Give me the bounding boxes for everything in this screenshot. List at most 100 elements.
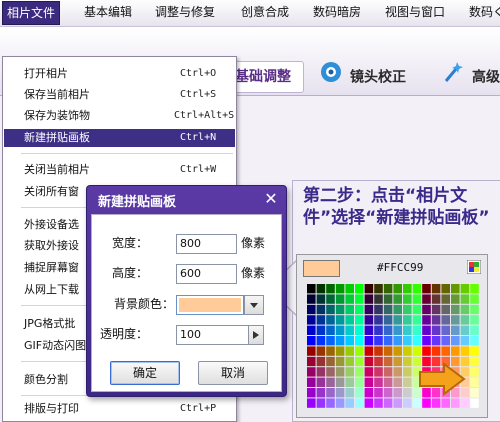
menu-item-print[interactable]: 排版与打印 Ctrl+P xyxy=(4,400,235,418)
color-swatch[interactable] xyxy=(355,284,364,294)
color-swatch[interactable] xyxy=(470,315,479,325)
color-swatch[interactable] xyxy=(412,336,422,346)
color-swatch[interactable] xyxy=(355,315,364,325)
color-swatch[interactable] xyxy=(355,398,364,408)
color-swatch[interactable] xyxy=(470,398,479,408)
color-swatch[interactable] xyxy=(393,325,402,335)
color-swatch[interactable] xyxy=(355,377,364,387)
color-swatch[interactable] xyxy=(383,304,393,315)
color-swatch[interactable] xyxy=(364,388,374,398)
color-swatch[interactable] xyxy=(335,325,345,335)
color-swatch[interactable] xyxy=(335,356,345,367)
color-swatch[interactable] xyxy=(451,304,460,315)
color-swatch[interactable] xyxy=(422,398,431,408)
color-swatch[interactable] xyxy=(441,346,450,356)
color-swatch[interactable] xyxy=(335,398,345,408)
color-swatch[interactable] xyxy=(422,294,431,304)
color-swatch[interactable] xyxy=(316,315,326,325)
color-swatch[interactable] xyxy=(403,356,412,367)
color-swatch[interactable] xyxy=(431,398,441,408)
color-swatch[interactable] xyxy=(364,325,374,335)
color-swatch[interactable] xyxy=(403,367,412,377)
color-swatch[interactable] xyxy=(307,284,316,294)
color-swatch[interactable] xyxy=(374,367,383,377)
color-swatch[interactable] xyxy=(345,294,354,304)
color-swatch[interactable] xyxy=(335,315,345,325)
color-swatch[interactable] xyxy=(335,346,345,356)
color-swatch[interactable] xyxy=(393,398,402,408)
menu-item-save-photo[interactable]: 保存当前相片 Ctrl+S xyxy=(4,86,235,104)
color-swatch[interactable] xyxy=(316,284,326,294)
color-swatch[interactable] xyxy=(393,377,402,387)
color-swatch[interactable] xyxy=(307,315,316,325)
color-swatch[interactable] xyxy=(451,284,460,294)
color-swatch[interactable] xyxy=(345,284,354,294)
color-swatch[interactable] xyxy=(345,388,354,398)
color-swatch[interactable] xyxy=(422,346,431,356)
color-swatch[interactable] xyxy=(326,315,335,325)
color-swatch[interactable] xyxy=(345,377,354,387)
color-swatch[interactable] xyxy=(345,315,354,325)
color-swatch[interactable] xyxy=(422,284,431,294)
color-swatch[interactable] xyxy=(431,284,441,294)
menu-creative[interactable]: 创意合成 xyxy=(237,0,293,24)
color-swatch[interactable] xyxy=(403,294,412,304)
color-swatch[interactable] xyxy=(364,315,374,325)
color-swatch[interactable] xyxy=(355,294,364,304)
color-swatch[interactable] xyxy=(412,284,422,294)
color-swatch[interactable] xyxy=(335,388,345,398)
color-swatch[interactable] xyxy=(412,315,422,325)
color-swatch[interactable] xyxy=(326,388,335,398)
color-swatch[interactable] xyxy=(383,325,393,335)
color-swatch[interactable] xyxy=(307,336,316,346)
color-swatch[interactable] xyxy=(383,388,393,398)
color-swatch[interactable] xyxy=(374,325,383,335)
color-swatch[interactable] xyxy=(470,325,479,335)
color-swatch[interactable] xyxy=(364,284,374,294)
play-icon[interactable] xyxy=(248,325,264,345)
opacity-input[interactable]: 100 xyxy=(176,325,249,345)
color-swatch[interactable] xyxy=(393,367,402,377)
color-swatch[interactable] xyxy=(470,336,479,346)
color-swatch[interactable] xyxy=(355,336,364,346)
color-swatch[interactable] xyxy=(470,346,479,356)
color-swatch[interactable] xyxy=(393,304,402,315)
color-swatch[interactable] xyxy=(326,304,335,315)
color-swatch[interactable] xyxy=(470,284,479,294)
color-swatch[interactable] xyxy=(383,377,393,387)
color-swatch[interactable] xyxy=(326,325,335,335)
color-swatch[interactable] xyxy=(307,294,316,304)
color-swatch[interactable] xyxy=(355,325,364,335)
palette-icon[interactable] xyxy=(466,259,482,275)
color-swatch[interactable] xyxy=(345,336,354,346)
color-swatch[interactable] xyxy=(441,294,450,304)
menu-photo-file[interactable]: 相片文件 xyxy=(2,1,61,25)
color-swatch[interactable] xyxy=(316,336,326,346)
color-swatch[interactable] xyxy=(345,325,354,335)
color-swatch[interactable] xyxy=(403,388,412,398)
color-swatch[interactable] xyxy=(335,284,345,294)
color-swatch[interactable] xyxy=(393,315,402,325)
color-swatch[interactable] xyxy=(364,294,374,304)
color-swatch[interactable] xyxy=(441,398,450,408)
color-swatch[interactable] xyxy=(383,367,393,377)
ok-button[interactable]: 确定 xyxy=(110,361,180,385)
color-swatch[interactable] xyxy=(345,304,354,315)
color-swatch[interactable] xyxy=(345,398,354,408)
color-swatch[interactable] xyxy=(403,315,412,325)
color-swatch[interactable] xyxy=(364,304,374,315)
color-swatch[interactable] xyxy=(326,356,335,367)
tab-basic-adjust[interactable]: 基础调整 xyxy=(228,61,304,93)
color-swatch[interactable] xyxy=(316,294,326,304)
color-swatch[interactable] xyxy=(326,398,335,408)
color-swatch[interactable] xyxy=(374,315,383,325)
menu-darkroom[interactable]: 数码暗房 xyxy=(309,0,365,24)
color-swatch[interactable] xyxy=(307,388,316,398)
color-swatch[interactable] xyxy=(470,304,479,315)
color-swatch[interactable] xyxy=(412,346,422,356)
color-swatch[interactable] xyxy=(460,398,470,408)
color-swatch[interactable] xyxy=(326,367,335,377)
color-swatch[interactable] xyxy=(335,377,345,387)
menu-item-new-collage[interactable]: 新建拼贴画板 Ctrl+N xyxy=(4,129,235,147)
color-swatch[interactable] xyxy=(364,336,374,346)
